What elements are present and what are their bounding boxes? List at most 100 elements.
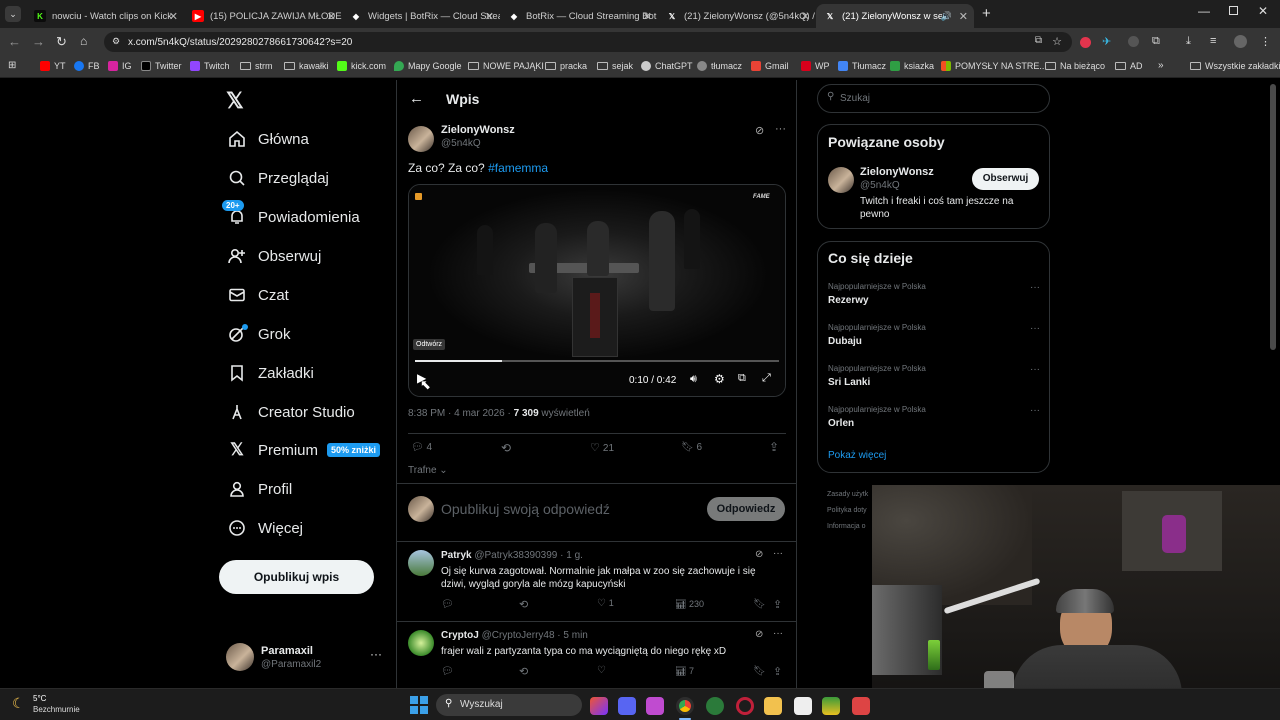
reply-action[interactable]: 💬︎ bbox=[441, 666, 454, 677]
more-icon[interactable]: ··· bbox=[773, 548, 783, 559]
bookmark[interactable]: FB bbox=[74, 61, 100, 71]
back-arrow-icon[interactable]: ← bbox=[409, 90, 424, 107]
bookmark-folder[interactable]: Na bieżąco bbox=[1045, 61, 1105, 71]
hashtag-link[interactable]: #famemma bbox=[488, 161, 548, 175]
like-action[interactable]: ♡ 1 bbox=[597, 598, 614, 609]
video-player[interactable]: FAME Odtwórz ▶ 0:10 / 0:42 🔊︎ ⚙ ⧉ ⤢ bbox=[408, 184, 786, 397]
app-icon[interactable] bbox=[646, 697, 664, 715]
profile-icon[interactable] bbox=[1234, 35, 1247, 48]
bookmark[interactable]: Twitter bbox=[141, 61, 182, 71]
close-window-button[interactable]: ✕ bbox=[1258, 4, 1268, 18]
bookmark[interactable]: ksiazka bbox=[890, 61, 934, 71]
record-extension-icon[interactable] bbox=[1080, 37, 1091, 48]
taskbar-search[interactable]: ⚲ Wyszukaj bbox=[436, 694, 582, 716]
browser-tab[interactable]: ◆ Widgets | BotRix — Cloud Strea ✕ bbox=[342, 4, 500, 28]
author-avatar[interactable] bbox=[408, 126, 434, 152]
pip-icon[interactable]: ⧉ bbox=[738, 372, 746, 385]
back-icon[interactable]: ← bbox=[8, 34, 21, 49]
grok-icon[interactable]: ⊘ bbox=[755, 549, 763, 560]
bookmark[interactable]: Twitch bbox=[190, 61, 230, 71]
author-handle[interactable]: @5n4kQ bbox=[441, 138, 481, 149]
browser-tab[interactable]: ◆ BotRix — Cloud Streaming Bot ✕ bbox=[500, 4, 658, 28]
reload-icon[interactable]: ↻ bbox=[56, 34, 67, 50]
bookmark-folder[interactable]: AD bbox=[1115, 61, 1143, 71]
nav-profile[interactable]: Profil bbox=[226, 477, 292, 501]
chrome-icon[interactable] bbox=[676, 697, 694, 715]
more-icon[interactable]: ··· bbox=[1030, 323, 1040, 334]
nav-chat[interactable]: Czat bbox=[226, 283, 289, 307]
bookmark-folder[interactable]: kawałki bbox=[284, 61, 329, 71]
x-logo-icon[interactable]: 𝕏 bbox=[226, 88, 244, 114]
post-button[interactable]: Opublikuj wpis bbox=[219, 560, 374, 594]
bookmark[interactable]: Gmail bbox=[751, 61, 789, 71]
nav-bookmarks[interactable]: Zakładki bbox=[226, 361, 314, 385]
repost-action[interactable]: ⟲ bbox=[501, 441, 511, 455]
bookmark[interactable]: kick.com bbox=[337, 61, 386, 71]
nav-more[interactable]: Więcej bbox=[226, 516, 303, 540]
browser-tab[interactable]: K nowciu - Watch clips on Kick ✕ bbox=[26, 4, 184, 28]
site-info-icon[interactable]: ⚙ bbox=[112, 36, 120, 47]
browser-tab[interactable]: 𝕏 (21) ZielonyWonsz (@5n4kQ) / ✕ bbox=[658, 4, 816, 28]
translate-extension-icon[interactable]: ✈ bbox=[1102, 35, 1111, 48]
bookmark-folder[interactable]: sejak bbox=[597, 61, 633, 71]
close-icon[interactable]: ✕ bbox=[485, 10, 494, 23]
extension-icon[interactable] bbox=[1128, 36, 1139, 47]
views-action[interactable]: 📊︎ 7 bbox=[675, 666, 694, 677]
more-icon[interactable]: ··· bbox=[370, 647, 382, 661]
folder-icon[interactable] bbox=[764, 697, 782, 715]
bookmark[interactable]: YT bbox=[40, 61, 66, 71]
reply-action[interactable]: 💬︎ bbox=[441, 599, 454, 610]
trend-item[interactable]: Najpopularniejsze w Polska Rezerwy ··· bbox=[828, 282, 1040, 312]
more-icon[interactable]: ··· bbox=[1030, 405, 1040, 416]
tab-list-button[interactable]: ⌄ bbox=[5, 6, 21, 22]
browser-tab-active[interactable]: 𝕏 (21) ZielonyWonsz w serwi 🔊 ✕ bbox=[816, 4, 974, 28]
repost-action[interactable]: ⟲ bbox=[519, 665, 528, 678]
show-more-link[interactable]: Pokaż więcej bbox=[828, 450, 886, 461]
bookmark[interactable]: tłumacz bbox=[697, 61, 742, 71]
trend-item[interactable]: Najpopularniejsze w Polska Dubaju ··· bbox=[828, 323, 1040, 353]
nav-notifications[interactable]: 20+ Powiadomienia bbox=[222, 200, 360, 229]
volume-icon[interactable]: 🔊︎ bbox=[690, 373, 697, 386]
bookmark[interactable]: Tłumacz bbox=[838, 61, 886, 71]
app-icon[interactable] bbox=[852, 697, 870, 715]
browser-icon[interactable] bbox=[706, 697, 724, 715]
more-icon[interactable]: ··· bbox=[775, 123, 786, 135]
copilot-icon[interactable] bbox=[590, 697, 608, 715]
bookmark-folder[interactable]: strm bbox=[240, 61, 273, 71]
settings-icon[interactable]: ⚙ bbox=[714, 372, 725, 386]
all-bookmarks[interactable]: Wszystkie zakładki bbox=[1190, 61, 1280, 71]
nav-grok[interactable]: Grok bbox=[226, 322, 291, 346]
close-icon[interactable]: ✕ bbox=[643, 10, 652, 23]
reply-input[interactable]: Opublikuj swoją odpowiedź bbox=[441, 501, 610, 517]
share-icon[interactable]: ⇪ bbox=[773, 598, 782, 611]
star-icon[interactable]: ☆ bbox=[1052, 35, 1062, 48]
bookmark-action[interactable]: 🔖︎ 6 bbox=[681, 442, 702, 453]
menu-icon[interactable]: ⋮ bbox=[1260, 35, 1271, 48]
share-icon[interactable]: ⇪ bbox=[769, 440, 779, 454]
reply-button[interactable]: Odpowiedz bbox=[707, 497, 785, 521]
install-icon[interactable]: ⧉ bbox=[1035, 35, 1042, 46]
reply-item[interactable]: Patryk @Patryk38390399 · 1 g. ⊘ ··· Oj s… bbox=[397, 542, 796, 622]
speaker-icon[interactable]: 🔊 bbox=[941, 11, 952, 22]
home-icon[interactable]: ⌂ bbox=[80, 34, 87, 48]
forward-icon[interactable]: → bbox=[32, 34, 45, 49]
close-icon[interactable]: ✕ bbox=[959, 10, 968, 23]
more-icon[interactable]: ··· bbox=[773, 628, 783, 639]
footer-link[interactable]: Zasady użytk bbox=[827, 487, 868, 503]
bookmark[interactable]: WP bbox=[801, 61, 830, 71]
bookmark[interactable]: Mapy Google bbox=[394, 61, 462, 71]
bookmark-folder[interactable]: pracka bbox=[545, 61, 587, 71]
minimize-button[interactable]: — bbox=[1198, 4, 1210, 18]
close-icon[interactable]: ✕ bbox=[801, 10, 810, 23]
puzzle-icon[interactable]: ⧉ bbox=[1152, 35, 1160, 48]
media-icon[interactable]: ≡ bbox=[1210, 35, 1216, 47]
footer-link[interactable]: Informacja o bbox=[827, 519, 868, 535]
close-icon[interactable]: ✕ bbox=[169, 10, 178, 23]
nav-premium[interactable]: 𝕏 Premium 50% zniżki bbox=[226, 438, 381, 462]
new-tab-button[interactable]: + bbox=[982, 5, 991, 22]
more-icon[interactable]: ··· bbox=[1030, 282, 1040, 293]
share-icon[interactable]: ⇪ bbox=[773, 665, 782, 678]
fullscreen-icon[interactable]: ⤢ bbox=[762, 372, 771, 385]
maximize-button[interactable] bbox=[1229, 6, 1238, 15]
nav-home[interactable]: Główna bbox=[226, 127, 309, 151]
